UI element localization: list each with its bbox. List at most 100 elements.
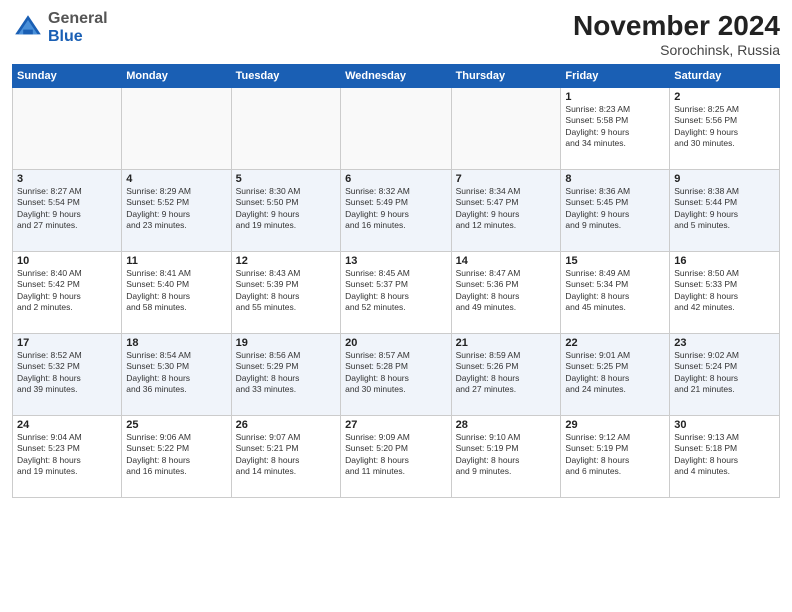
table-row: 25Sunrise: 9:06 AM Sunset: 5:22 PM Dayli… bbox=[122, 416, 231, 498]
table-row: 12Sunrise: 8:43 AM Sunset: 5:39 PM Dayli… bbox=[231, 252, 340, 334]
day-info: Sunrise: 9:06 AM Sunset: 5:22 PM Dayligh… bbox=[126, 432, 226, 478]
day-info: Sunrise: 8:52 AM Sunset: 5:32 PM Dayligh… bbox=[17, 350, 117, 396]
calendar-week-row: 10Sunrise: 8:40 AM Sunset: 5:42 PM Dayli… bbox=[13, 252, 780, 334]
table-row: 14Sunrise: 8:47 AM Sunset: 5:36 PM Dayli… bbox=[451, 252, 561, 334]
calendar-table: Sunday Monday Tuesday Wednesday Thursday… bbox=[12, 64, 780, 498]
day-info: Sunrise: 8:59 AM Sunset: 5:26 PM Dayligh… bbox=[456, 350, 557, 396]
table-row: 3Sunrise: 8:27 AM Sunset: 5:54 PM Daylig… bbox=[13, 170, 122, 252]
page-container: General Blue November 2024 Sorochinsk, R… bbox=[0, 0, 792, 612]
table-row: 18Sunrise: 8:54 AM Sunset: 5:30 PM Dayli… bbox=[122, 334, 231, 416]
day-number: 14 bbox=[456, 255, 557, 267]
day-number: 17 bbox=[17, 337, 117, 349]
day-info: Sunrise: 8:29 AM Sunset: 5:52 PM Dayligh… bbox=[126, 186, 226, 232]
day-info: Sunrise: 9:04 AM Sunset: 5:23 PM Dayligh… bbox=[17, 432, 117, 478]
col-saturday: Saturday bbox=[670, 65, 780, 88]
table-row: 4Sunrise: 8:29 AM Sunset: 5:52 PM Daylig… bbox=[122, 170, 231, 252]
day-number: 16 bbox=[674, 255, 775, 267]
day-number: 28 bbox=[456, 419, 557, 431]
table-row: 8Sunrise: 8:36 AM Sunset: 5:45 PM Daylig… bbox=[561, 170, 670, 252]
day-number: 5 bbox=[236, 173, 336, 185]
col-tuesday: Tuesday bbox=[231, 65, 340, 88]
day-info: Sunrise: 8:30 AM Sunset: 5:50 PM Dayligh… bbox=[236, 186, 336, 232]
day-info: Sunrise: 8:54 AM Sunset: 5:30 PM Dayligh… bbox=[126, 350, 226, 396]
day-info: Sunrise: 8:23 AM Sunset: 5:58 PM Dayligh… bbox=[565, 104, 665, 150]
table-row: 21Sunrise: 8:59 AM Sunset: 5:26 PM Dayli… bbox=[451, 334, 561, 416]
table-row bbox=[341, 88, 451, 170]
day-number: 3 bbox=[17, 173, 117, 185]
day-number: 2 bbox=[674, 91, 775, 103]
month-title: November 2024 bbox=[573, 10, 780, 42]
table-row: 16Sunrise: 8:50 AM Sunset: 5:33 PM Dayli… bbox=[670, 252, 780, 334]
day-info: Sunrise: 8:34 AM Sunset: 5:47 PM Dayligh… bbox=[456, 186, 557, 232]
day-info: Sunrise: 8:41 AM Sunset: 5:40 PM Dayligh… bbox=[126, 268, 226, 314]
day-number: 10 bbox=[17, 255, 117, 267]
title-block: November 2024 Sorochinsk, Russia bbox=[573, 10, 780, 58]
day-info: Sunrise: 8:50 AM Sunset: 5:33 PM Dayligh… bbox=[674, 268, 775, 314]
table-row: 11Sunrise: 8:41 AM Sunset: 5:40 PM Dayli… bbox=[122, 252, 231, 334]
table-row: 13Sunrise: 8:45 AM Sunset: 5:37 PM Dayli… bbox=[341, 252, 451, 334]
table-row: 6Sunrise: 8:32 AM Sunset: 5:49 PM Daylig… bbox=[341, 170, 451, 252]
calendar-week-row: 17Sunrise: 8:52 AM Sunset: 5:32 PM Dayli… bbox=[13, 334, 780, 416]
day-info: Sunrise: 9:02 AM Sunset: 5:24 PM Dayligh… bbox=[674, 350, 775, 396]
day-info: Sunrise: 8:47 AM Sunset: 5:36 PM Dayligh… bbox=[456, 268, 557, 314]
table-row: 26Sunrise: 9:07 AM Sunset: 5:21 PM Dayli… bbox=[231, 416, 340, 498]
day-number: 8 bbox=[565, 173, 665, 185]
day-number: 12 bbox=[236, 255, 336, 267]
day-info: Sunrise: 8:56 AM Sunset: 5:29 PM Dayligh… bbox=[236, 350, 336, 396]
day-info: Sunrise: 9:09 AM Sunset: 5:20 PM Dayligh… bbox=[345, 432, 446, 478]
table-row: 17Sunrise: 8:52 AM Sunset: 5:32 PM Dayli… bbox=[13, 334, 122, 416]
day-number: 7 bbox=[456, 173, 557, 185]
table-row: 9Sunrise: 8:38 AM Sunset: 5:44 PM Daylig… bbox=[670, 170, 780, 252]
calendar-week-row: 1Sunrise: 8:23 AM Sunset: 5:58 PM Daylig… bbox=[13, 88, 780, 170]
day-number: 29 bbox=[565, 419, 665, 431]
table-row: 30Sunrise: 9:13 AM Sunset: 5:18 PM Dayli… bbox=[670, 416, 780, 498]
calendar-week-row: 24Sunrise: 9:04 AM Sunset: 5:23 PM Dayli… bbox=[13, 416, 780, 498]
day-number: 20 bbox=[345, 337, 446, 349]
day-info: Sunrise: 8:32 AM Sunset: 5:49 PM Dayligh… bbox=[345, 186, 446, 232]
table-row: 22Sunrise: 9:01 AM Sunset: 5:25 PM Dayli… bbox=[561, 334, 670, 416]
table-row: 15Sunrise: 8:49 AM Sunset: 5:34 PM Dayli… bbox=[561, 252, 670, 334]
day-info: Sunrise: 8:36 AM Sunset: 5:45 PM Dayligh… bbox=[565, 186, 665, 232]
day-info: Sunrise: 8:27 AM Sunset: 5:54 PM Dayligh… bbox=[17, 186, 117, 232]
table-row: 28Sunrise: 9:10 AM Sunset: 5:19 PM Dayli… bbox=[451, 416, 561, 498]
day-number: 25 bbox=[126, 419, 226, 431]
col-friday: Friday bbox=[561, 65, 670, 88]
table-row: 20Sunrise: 8:57 AM Sunset: 5:28 PM Dayli… bbox=[341, 334, 451, 416]
day-number: 30 bbox=[674, 419, 775, 431]
table-row bbox=[122, 88, 231, 170]
day-number: 22 bbox=[565, 337, 665, 349]
day-number: 26 bbox=[236, 419, 336, 431]
day-number: 11 bbox=[126, 255, 226, 267]
logo-blue: Blue bbox=[48, 28, 108, 46]
day-info: Sunrise: 8:43 AM Sunset: 5:39 PM Dayligh… bbox=[236, 268, 336, 314]
day-info: Sunrise: 8:49 AM Sunset: 5:34 PM Dayligh… bbox=[565, 268, 665, 314]
day-info: Sunrise: 9:01 AM Sunset: 5:25 PM Dayligh… bbox=[565, 350, 665, 396]
calendar-week-row: 3Sunrise: 8:27 AM Sunset: 5:54 PM Daylig… bbox=[13, 170, 780, 252]
col-thursday: Thursday bbox=[451, 65, 561, 88]
page-header: General Blue November 2024 Sorochinsk, R… bbox=[12, 10, 780, 58]
table-row: 1Sunrise: 8:23 AM Sunset: 5:58 PM Daylig… bbox=[561, 88, 670, 170]
day-info: Sunrise: 8:45 AM Sunset: 5:37 PM Dayligh… bbox=[345, 268, 446, 314]
day-number: 27 bbox=[345, 419, 446, 431]
table-row: 2Sunrise: 8:25 AM Sunset: 5:56 PM Daylig… bbox=[670, 88, 780, 170]
table-row: 24Sunrise: 9:04 AM Sunset: 5:23 PM Dayli… bbox=[13, 416, 122, 498]
day-info: Sunrise: 8:40 AM Sunset: 5:42 PM Dayligh… bbox=[17, 268, 117, 314]
day-number: 23 bbox=[674, 337, 775, 349]
logo: General Blue bbox=[12, 10, 108, 45]
table-row: 10Sunrise: 8:40 AM Sunset: 5:42 PM Dayli… bbox=[13, 252, 122, 334]
day-info: Sunrise: 8:38 AM Sunset: 5:44 PM Dayligh… bbox=[674, 186, 775, 232]
table-row bbox=[231, 88, 340, 170]
logo-text: General Blue bbox=[48, 10, 108, 45]
day-number: 4 bbox=[126, 173, 226, 185]
day-info: Sunrise: 9:13 AM Sunset: 5:18 PM Dayligh… bbox=[674, 432, 775, 478]
day-number: 15 bbox=[565, 255, 665, 267]
day-number: 24 bbox=[17, 419, 117, 431]
col-sunday: Sunday bbox=[13, 65, 122, 88]
table-row: 5Sunrise: 8:30 AM Sunset: 5:50 PM Daylig… bbox=[231, 170, 340, 252]
table-row: 27Sunrise: 9:09 AM Sunset: 5:20 PM Dayli… bbox=[341, 416, 451, 498]
day-info: Sunrise: 9:10 AM Sunset: 5:19 PM Dayligh… bbox=[456, 432, 557, 478]
logo-icon bbox=[12, 12, 44, 44]
logo-general: General bbox=[48, 10, 108, 28]
day-info: Sunrise: 8:57 AM Sunset: 5:28 PM Dayligh… bbox=[345, 350, 446, 396]
table-row bbox=[451, 88, 561, 170]
